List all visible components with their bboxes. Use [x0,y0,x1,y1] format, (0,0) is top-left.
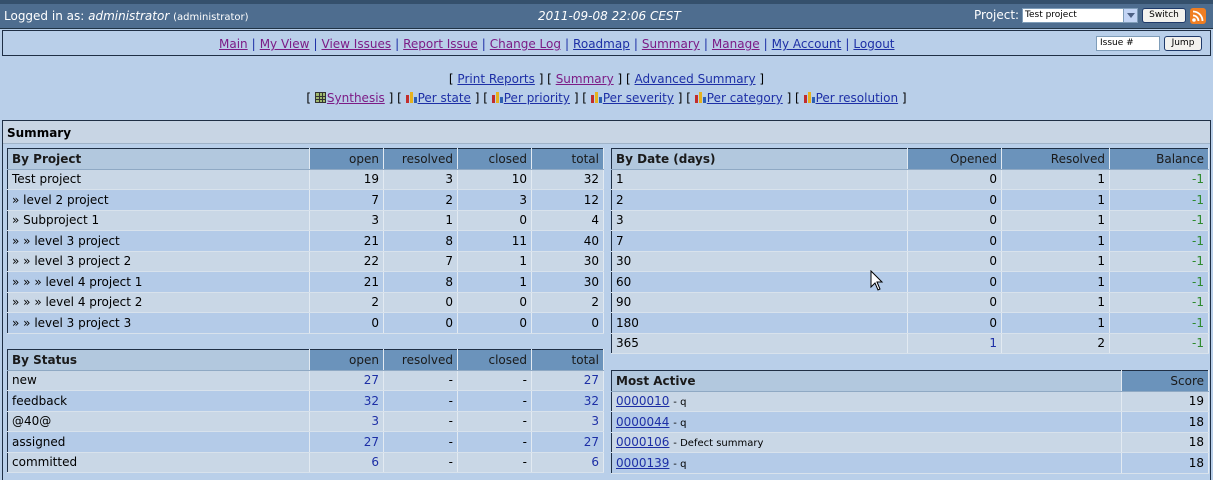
per-severity-link[interactable]: Per severity [603,91,674,105]
col-resolved: resolved [383,349,458,371]
menu-view-issues[interactable]: View Issues [322,37,392,51]
login-user: administrator [88,9,170,23]
table-row: @40@ 3- -3 [7,411,604,432]
table-row: » » level 3 project 30000 [7,312,604,334]
table-row: 0000010 - q 19 [611,391,1209,412]
by-date-table: By Date (days) Opened Resolved Balance 1… [611,148,1209,354]
login-info: Logged in as: administrator (administrat… [4,9,249,23]
menu-roadmap[interactable]: Roadmap [573,37,630,51]
by-status-caption: By Status [7,349,310,371]
per-priority-link[interactable]: Per priority [504,91,570,105]
graph-links: [ Synthesis ] [ Per state ] [ Per priori… [306,91,907,105]
table-row: 365 1 2 -1 [611,333,1209,354]
project-label: Project: [974,8,1020,22]
report-links: [ Print Reports ] [ Summary ] [ Advanced… [448,72,765,86]
table-row: » Subproject 13104 [7,210,604,231]
by-project-caption: By Project [7,148,310,170]
col-total: total [531,148,604,170]
col-score: Score [1121,370,1209,392]
rss-icon[interactable] [1190,8,1206,24]
by-date-caption: By Date (days) [611,148,908,170]
table-row: » » level 3 project 2 22 7 1 30 [7,251,604,272]
col-balance: Balance [1109,148,1209,170]
issue-jump-input[interactable]: Issue # [1096,36,1160,51]
table-row: » level 2 project 7 2 3 12 [7,189,604,211]
col-resolved: Resolved [1001,148,1110,170]
col-resolved: resolved [383,148,458,170]
main-menu: Main | My View | View Issues | Report Issue | Ch… [2,30,1211,56]
table-row: 7 0 1 -1 [611,230,1209,252]
login-bar: Logged in as: administrator (administrat… [0,0,1213,29]
table-row: » » level 3 project 21 8 11 40 [7,230,604,252]
menu-main[interactable]: Main [219,37,248,51]
by-status-table: By Status open resolved closed total new… [7,349,604,473]
table-row: 3 0 1 -1 [611,210,1209,231]
table-row: new 27- -27 [7,370,604,391]
menu-my-view[interactable]: My View [260,37,310,51]
table-row: 30 0 1 -1 [611,251,1209,272]
table-row: feedback 32- -32 [7,390,604,412]
advanced-summary-link[interactable]: Advanced Summary [635,72,756,86]
chevron-down-icon[interactable] [1123,9,1137,22]
bar-chart-icon [694,92,706,103]
bar-chart-icon [491,92,503,103]
per-resolution-link[interactable]: Per resolution [816,91,899,105]
table-row: » » » level 4 project 1 21 8 1 30 [7,271,604,293]
per-category-link[interactable]: Per category [707,91,783,105]
bar-chart-icon [803,92,815,103]
menu-summary[interactable]: Summary [642,37,700,51]
menu-change-log[interactable]: Change Log [490,37,561,51]
table-row: 1 0 1 -1 [611,169,1209,190]
jump-button[interactable]: Jump [1164,36,1202,51]
table-row: assigned 27- -27 [7,431,604,453]
issue-link[interactable]: 0000044 [616,415,669,429]
table-row: Test project 19 3 10 32 [7,169,604,190]
table-row: 2 0 1 -1 [611,189,1209,211]
summary-panel: Summary By Project open resolved closed … [2,120,1211,480]
issue-link[interactable]: 0000139 [616,456,669,470]
login-prefix: Logged in as: [4,9,85,23]
most-active-caption: Most Active [611,370,1122,392]
table-row: 180 0 1 -1 [611,312,1209,334]
col-open: open [309,349,384,371]
table-row: 90 0 1 -1 [611,292,1209,313]
col-closed: closed [457,148,532,170]
table-grid-icon [314,92,326,103]
table-row: 0000106 - Defect summary 18 [611,432,1209,453]
table-row: » » » level 4 project 22002 [7,292,604,313]
per-state-link[interactable]: Per state [418,91,471,105]
current-datetime: 2011-09-08 22:06 CEST [538,9,681,23]
summary-link[interactable]: Summary [556,72,614,86]
menu-my-account[interactable]: My Account [772,37,842,51]
col-open: open [309,148,384,170]
col-closed: closed [457,349,532,371]
switch-button[interactable]: Switch [1142,8,1186,23]
most-active-table: Most Active Score 0000010 - q 19 0000044… [611,370,1209,474]
project-select[interactable]: Test project [1022,8,1138,23]
project-selected-value: Test project [1025,10,1077,20]
top-strip [0,0,1213,4]
col-total: total [531,349,604,371]
table-row: committed 6- -6 [7,452,604,473]
menu-links: Main | My View | View Issues | Report Issue | Ch… [219,37,895,51]
login-role: (administrator) [173,12,249,23]
print-reports-link[interactable]: Print Reports [457,72,534,86]
table-row: 0000139 - q 18 [611,452,1209,474]
col-opened: Opened [907,148,1002,170]
summary-title: Summary [3,121,1210,144]
mouse-cursor-icon [870,270,884,291]
table-row: 60 0 1 -1 [611,271,1209,293]
menu-report-issue[interactable]: Report Issue [403,37,478,51]
bar-chart-icon [405,92,417,103]
table-row: 0000044 - q 18 [611,411,1209,433]
issue-link[interactable]: 0000106 [616,435,669,449]
by-project-table: By Project open resolved closed total Te… [7,148,604,334]
bar-chart-icon [590,92,602,103]
issue-link[interactable]: 0000010 [616,394,669,408]
synthesis-link[interactable]: Synthesis [327,91,385,105]
menu-logout[interactable]: Logout [853,37,894,51]
menu-manage[interactable]: Manage [712,37,760,51]
